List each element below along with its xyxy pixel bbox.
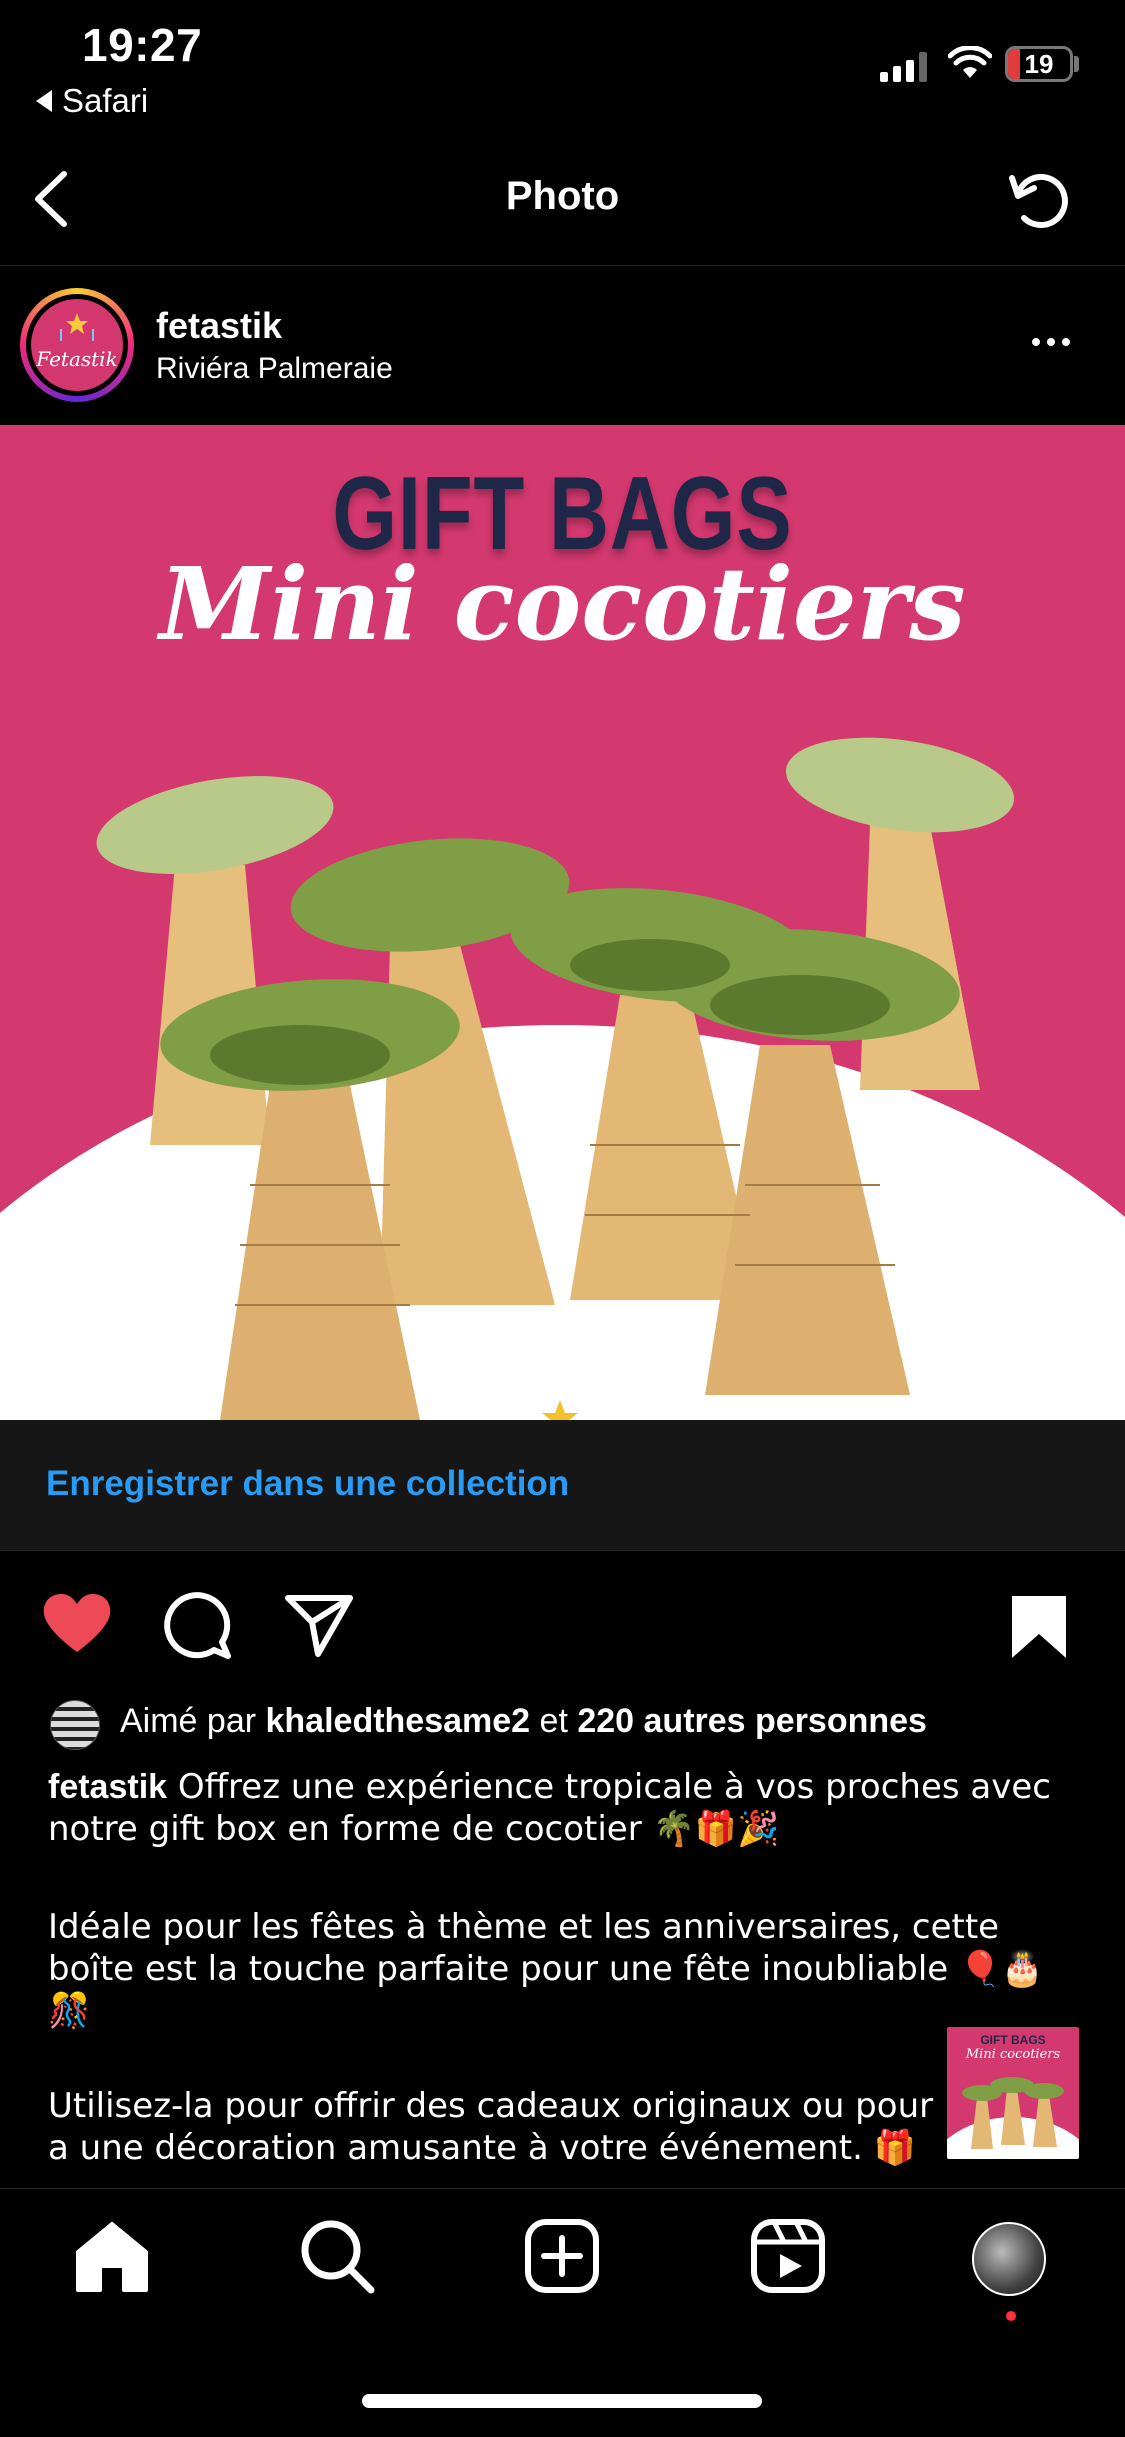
new-post-icon[interactable] bbox=[522, 2216, 602, 2296]
post-image[interactable]: GIFT BAGS Mini cocotiers bbox=[0, 425, 1125, 1420]
caption-paragraph-2: Idéale pour les fêtes à thème et les ann… bbox=[48, 1907, 1044, 2031]
post-author-avatar[interactable]: Fetastik bbox=[20, 288, 134, 402]
post-location[interactable]: Riviéra Palmeraie bbox=[156, 352, 393, 386]
more-options-button[interactable] bbox=[1032, 338, 1070, 346]
home-indicator[interactable] bbox=[362, 2394, 762, 2408]
caption-username[interactable]: fetastik bbox=[48, 1768, 167, 1806]
image-title-line2: Mini cocotiers bbox=[159, 545, 966, 663]
thumbnail-palms bbox=[947, 2077, 1079, 2159]
back-to-app[interactable]: Safari bbox=[36, 82, 148, 120]
battery-icon: 19 bbox=[1005, 46, 1073, 82]
status-time: 19:27 bbox=[82, 19, 203, 71]
profile-notification-dot bbox=[1006, 2311, 1016, 2321]
home-icon[interactable] bbox=[72, 2216, 152, 2296]
page-title: Photo bbox=[505, 174, 620, 218]
battery-tip bbox=[1074, 56, 1079, 72]
floating-thumbnail[interactable]: GIFT BAGS Mini cocotiers bbox=[947, 2027, 1079, 2159]
save-collection-bar: Enregistrer dans une collection bbox=[0, 1420, 1125, 1551]
back-triangle-icon bbox=[36, 90, 52, 112]
signal-icon bbox=[880, 52, 927, 82]
avatar-logo-text: Fetastik bbox=[36, 347, 118, 371]
caption-paragraph-3: Utilisez-la pour offrir des cadeaux orig… bbox=[48, 2086, 934, 2168]
like-heart-icon[interactable] bbox=[40, 1590, 114, 1656]
liker-username[interactable]: khaledthesame2 bbox=[266, 1702, 531, 1740]
post-username[interactable]: fetastik bbox=[156, 305, 282, 347]
share-send-icon[interactable] bbox=[284, 1592, 354, 1658]
likes-middle: et bbox=[530, 1702, 578, 1740]
save-to-collection-link[interactable]: Enregistrer dans une collection bbox=[46, 1464, 569, 1504]
comment-icon[interactable] bbox=[162, 1590, 234, 1660]
refresh-button[interactable] bbox=[1004, 164, 1076, 236]
liker-avatar[interactable] bbox=[50, 1700, 100, 1750]
caption-paragraph-1: fetastik Offrez une expérience tropicale… bbox=[48, 1766, 1078, 1850]
likes-summary[interactable]: Aimé par khaledthesame2 et 220 autres pe… bbox=[120, 1702, 927, 1741]
wifi-icon bbox=[948, 46, 992, 78]
battery-text: 19 bbox=[1024, 49, 1054, 79]
profile-avatar-tab[interactable] bbox=[972, 2222, 1046, 2296]
back-app-label: Safari bbox=[62, 82, 149, 119]
caption-text-1: Offrez une expérience tropicale à vos pr… bbox=[48, 1767, 1051, 1849]
reels-icon[interactable] bbox=[748, 2216, 828, 2296]
nav-divider bbox=[0, 265, 1125, 266]
likes-prefix: Aimé par bbox=[120, 1702, 266, 1740]
search-icon[interactable] bbox=[297, 2216, 377, 2296]
likes-others-count[interactable]: 220 autres personnes bbox=[577, 1702, 927, 1740]
bookmark-icon[interactable] bbox=[1010, 1594, 1068, 1660]
